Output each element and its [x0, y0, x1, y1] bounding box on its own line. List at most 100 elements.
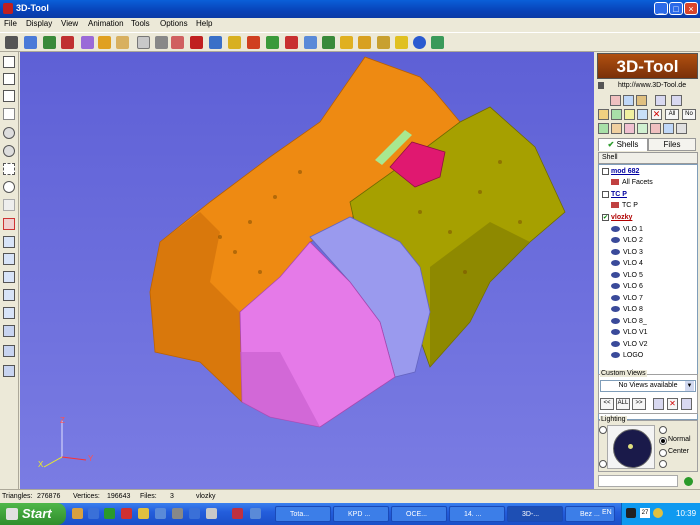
tree-item-row[interactable]: VLO 3	[599, 247, 697, 258]
view-back-icon[interactable]	[3, 73, 15, 85]
rotate-y-icon[interactable]	[3, 345, 15, 357]
light-radio-bl[interactable]	[599, 460, 607, 468]
tree-item-row[interactable]: VLO 4	[599, 258, 697, 269]
menu-file[interactable]: File	[4, 19, 17, 28]
tree-facet-row[interactable]: All Facets	[599, 177, 697, 188]
quicklaunch-icon[interactable]	[172, 508, 183, 519]
iso-view-3-icon[interactable]	[3, 271, 15, 283]
quicklaunch-icon[interactable]	[206, 508, 217, 519]
tree-shell-row[interactable]: TC P	[599, 189, 697, 200]
tree-item-row[interactable]: VLO 7	[599, 293, 697, 304]
checkbox[interactable]	[602, 190, 609, 198]
export-icon[interactable]	[663, 123, 674, 134]
pan-icon[interactable]	[3, 199, 15, 211]
tree-shell-row[interactable]: mod 682	[599, 166, 697, 177]
task-button[interactable]: 14. ...	[449, 506, 505, 522]
iso-view-5-icon[interactable]	[3, 307, 15, 319]
measure-point-icon[interactable]	[190, 36, 203, 49]
tree-item-row[interactable]: VLO 8	[599, 304, 697, 315]
light-radio-br[interactable]	[659, 460, 667, 468]
show-icon[interactable]	[610, 95, 621, 106]
tree-item-row[interactable]: VLO V1	[599, 327, 697, 338]
filter-icon[interactable]	[611, 123, 622, 134]
iso-view-4-icon[interactable]	[3, 289, 15, 301]
flag-icon[interactable]	[232, 508, 243, 519]
expand-icon[interactable]	[637, 123, 648, 134]
task-button[interactable]: KPD ...	[333, 506, 389, 522]
tab-files[interactable]: Files	[648, 138, 696, 151]
tray-icon[interactable]	[653, 508, 663, 518]
hide-icon[interactable]	[623, 95, 634, 106]
start-button[interactable]: Start	[0, 503, 66, 525]
eye-icon[interactable]	[611, 306, 620, 313]
menu-animation[interactable]: Animation	[88, 19, 124, 28]
minimize-button[interactable]: _	[654, 2, 668, 15]
info-icon[interactable]	[431, 36, 444, 49]
menu-display[interactable]: Display	[26, 19, 52, 28]
eye-icon[interactable]	[611, 272, 620, 279]
wall-thickness-icon[interactable]	[266, 36, 279, 49]
select-icon[interactable]	[137, 36, 150, 49]
3d-viewport[interactable]: Z X Y	[20, 52, 594, 489]
view-front-icon[interactable]	[3, 56, 15, 68]
quicklaunch-icon[interactable]	[250, 508, 261, 519]
custom-views-select[interactable]: No Views available ▼	[600, 380, 696, 392]
view-left-icon[interactable]	[3, 90, 15, 102]
shell-sort-icon[interactable]	[637, 109, 648, 120]
next-view-button[interactable]: >>	[632, 398, 646, 410]
delete-icon[interactable]: ✕	[651, 109, 662, 120]
layer-icon[interactable]	[671, 95, 682, 106]
tab-shells[interactable]: ✔ Shells	[598, 138, 648, 151]
paint-icon[interactable]	[598, 109, 609, 120]
radius-icon[interactable]	[304, 36, 317, 49]
eye-icon[interactable]	[611, 249, 620, 256]
edit-view-icon[interactable]	[681, 398, 692, 410]
measure-edge-icon[interactable]	[209, 36, 222, 49]
tree-item-row[interactable]: VLO 5	[599, 270, 697, 281]
cut-icon[interactable]	[171, 36, 184, 49]
color-icon[interactable]	[636, 95, 647, 106]
rotate-x-icon[interactable]	[3, 325, 15, 337]
distance-icon[interactable]	[285, 36, 298, 49]
checkbox-checked[interactable]: ✔	[602, 213, 609, 221]
pin-icon[interactable]	[598, 82, 604, 89]
iso-view-2-icon[interactable]	[3, 253, 15, 265]
grid-icon[interactable]	[322, 36, 335, 49]
task-button[interactable]: Tota...	[275, 506, 331, 522]
maximize-button[interactable]: □	[669, 2, 683, 15]
checkbox[interactable]	[602, 167, 609, 175]
list-icon[interactable]	[676, 123, 687, 134]
chevron-down-icon[interactable]: ▼	[685, 381, 694, 391]
zoom-window-icon[interactable]	[3, 163, 15, 175]
eye-icon[interactable]	[611, 226, 620, 233]
light-radio-tr[interactable]	[659, 426, 667, 434]
shell-move-icon[interactable]	[624, 109, 635, 120]
check-icon[interactable]	[598, 123, 609, 134]
angle-icon[interactable]	[247, 36, 260, 49]
center-radio[interactable]	[659, 449, 667, 457]
quicklaunch-icon[interactable]	[121, 508, 132, 519]
quicklaunch-icon[interactable]	[88, 508, 99, 519]
normal-radio[interactable]	[659, 437, 667, 445]
zoom-out-icon[interactable]	[3, 145, 15, 157]
menu-options[interactable]: Options	[160, 19, 188, 28]
light-source-icon[interactable]	[628, 444, 633, 449]
tree-item-row[interactable]: VLO 6	[599, 281, 697, 292]
section-icon[interactable]	[155, 36, 168, 49]
all-button[interactable]: All	[665, 109, 679, 120]
quicklaunch-icon[interactable]	[189, 508, 200, 519]
add-view-icon[interactable]	[653, 398, 664, 410]
language-indicator[interactable]: EN	[602, 509, 612, 516]
eye-icon[interactable]	[611, 295, 620, 302]
lighting-sphere-box[interactable]	[607, 425, 655, 469]
tree-item-row[interactable]: LOGO	[599, 350, 697, 361]
close-button[interactable]: ×	[684, 2, 698, 15]
tree-facet-row[interactable]: TC P	[599, 200, 697, 211]
light-radio-tl[interactable]	[599, 426, 607, 434]
eye-icon[interactable]	[611, 237, 620, 244]
explode-icon[interactable]	[377, 36, 390, 49]
view-right-icon[interactable]	[3, 108, 15, 120]
move-icon[interactable]	[340, 36, 353, 49]
zoom-fit-icon[interactable]	[3, 181, 15, 193]
task-button[interactable]: OCE...	[391, 506, 447, 522]
